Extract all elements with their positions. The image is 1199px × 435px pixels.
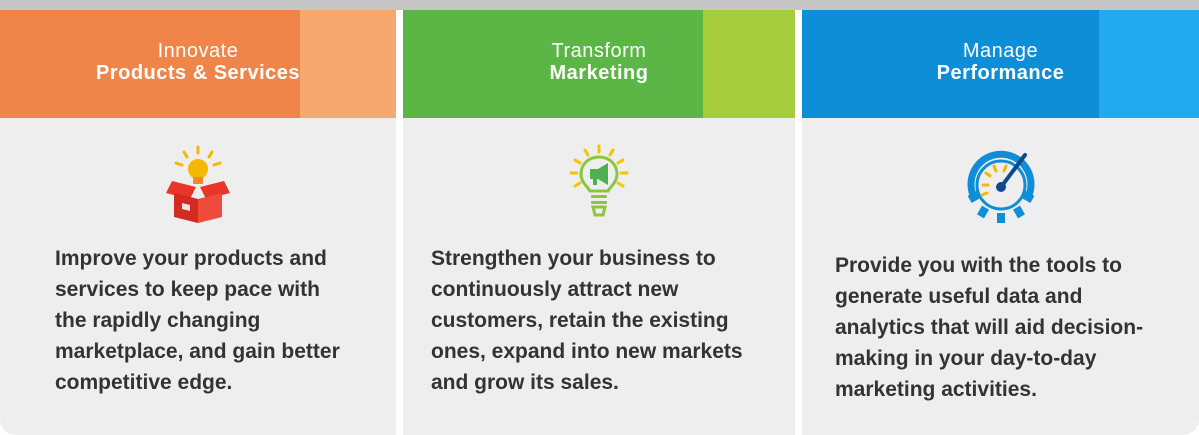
card-header: Transform Marketing — [403, 10, 795, 118]
card-manage: Manage Performance Provide you with the … — [802, 10, 1199, 435]
card-description: Improve your products and services to ke… — [55, 247, 340, 394]
card-title: Innovate Products & Services — [0, 40, 396, 84]
card-title-light: Manage — [962, 40, 1039, 62]
card-description: Provide you with the tools to generate u… — [835, 254, 1144, 401]
top-divider — [0, 0, 1199, 10]
card-title-light: Innovate — [157, 40, 239, 62]
card-title-bold: Products & Services — [95, 62, 301, 84]
card-title-bold: Marketing — [549, 62, 649, 84]
card-title: Transform Marketing — [403, 40, 795, 84]
card-innovate: Innovate Products & Services Improve you… — [0, 10, 396, 435]
card-description: Strengthen your business to continuously… — [431, 247, 743, 394]
card-title-bold: Performance — [936, 62, 1065, 84]
card-header: Manage Performance — [802, 10, 1199, 118]
card-transform: Transform Marketing Strengthen your busi… — [403, 10, 795, 435]
card-title: Manage Performance — [802, 40, 1199, 84]
card-header: Innovate Products & Services — [0, 10, 396, 118]
megaphone-lightbulb-icon — [557, 143, 641, 227]
card-title-light: Transform — [551, 40, 647, 62]
gauge-gear-icon — [959, 143, 1043, 227]
open-box-lightbulb-icon — [156, 143, 240, 227]
